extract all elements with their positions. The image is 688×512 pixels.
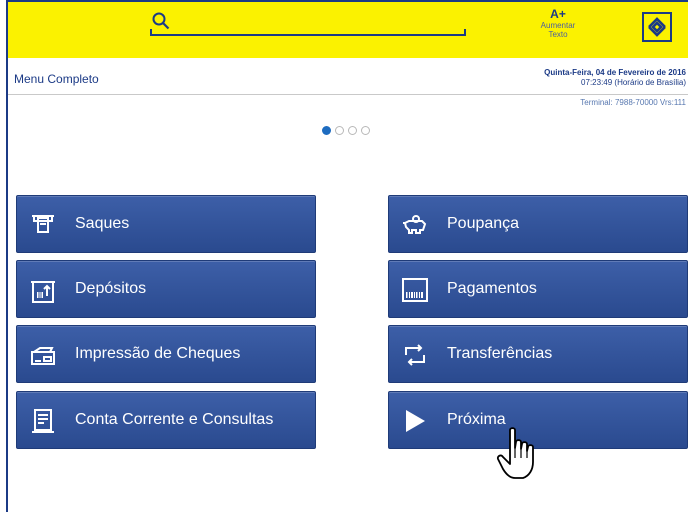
page-dot-1[interactable] [322,126,331,135]
increase-text-label: A+ [550,7,566,21]
pagamentos-button[interactable]: Pagamentos [388,260,688,318]
impressao-cheques-button[interactable]: Impressão de Cheques [16,325,316,383]
search-input[interactable] [150,29,466,36]
cash-withdrawal-icon [32,215,54,233]
page-dot-4[interactable] [361,126,370,135]
conta-corrente-button[interactable]: Conta Corrente e Consultas [16,391,316,449]
time-text: 07:23:49 (Horário de Brasília) [581,78,686,87]
increase-text-sub2: Texto [548,30,568,39]
date-text: Quinta-Feira, 04 de Fevereiro de 2016 [544,68,686,77]
search-icon[interactable] [152,12,170,30]
pagamentos-label: Pagamentos [447,280,537,297]
banco-do-brasil-logo [642,12,672,42]
transferencias-button[interactable]: Transferências [388,325,688,383]
saques-label: Saques [75,215,130,232]
subheader: Menu Completo Quinta-Feira, 04 de Fevere… [8,62,688,95]
page-dot-3[interactable] [348,126,357,135]
page-dot-2[interactable] [335,126,344,135]
piggy-bank-icon [403,215,427,234]
page-title: Menu Completo [14,72,99,86]
page-indicator [322,126,370,135]
poupanca-button[interactable]: Poupança [388,195,688,253]
transferencias-label: Transferências [447,345,553,362]
terminal-info: Terminal: 7988-70000 Vrs:111 [580,98,686,107]
logo-icon [648,17,666,37]
impressao-cheques-label: Impressão de Cheques [75,345,241,362]
increase-text-sub1: Aumentar [540,21,576,30]
conta-corrente-label: Conta Corrente e Consultas [75,411,274,428]
cheque-printer-icon [31,347,55,365]
play-arrow-icon [406,410,425,432]
barcode-icon [402,278,428,302]
increase-text-button[interactable]: A+ Aumentar Texto [528,7,588,40]
depositos-label: Depósitos [75,280,147,297]
deposit-icon [31,281,55,303]
poupanca-label: Poupança [447,215,520,232]
saques-button[interactable]: Saques [16,195,316,253]
transfer-arrows-icon [405,344,425,366]
statement-icon [32,409,54,433]
depositos-button[interactable]: Depósitos [16,260,316,318]
app-frame: A+ Aumentar Texto Menu Completo Quinta-F… [6,0,688,512]
datetime: Quinta-Feira, 04 de Fevereiro de 2016 07… [544,68,686,88]
top-bar: A+ Aumentar Texto [8,2,688,58]
hand-cursor-icon [496,427,534,479]
